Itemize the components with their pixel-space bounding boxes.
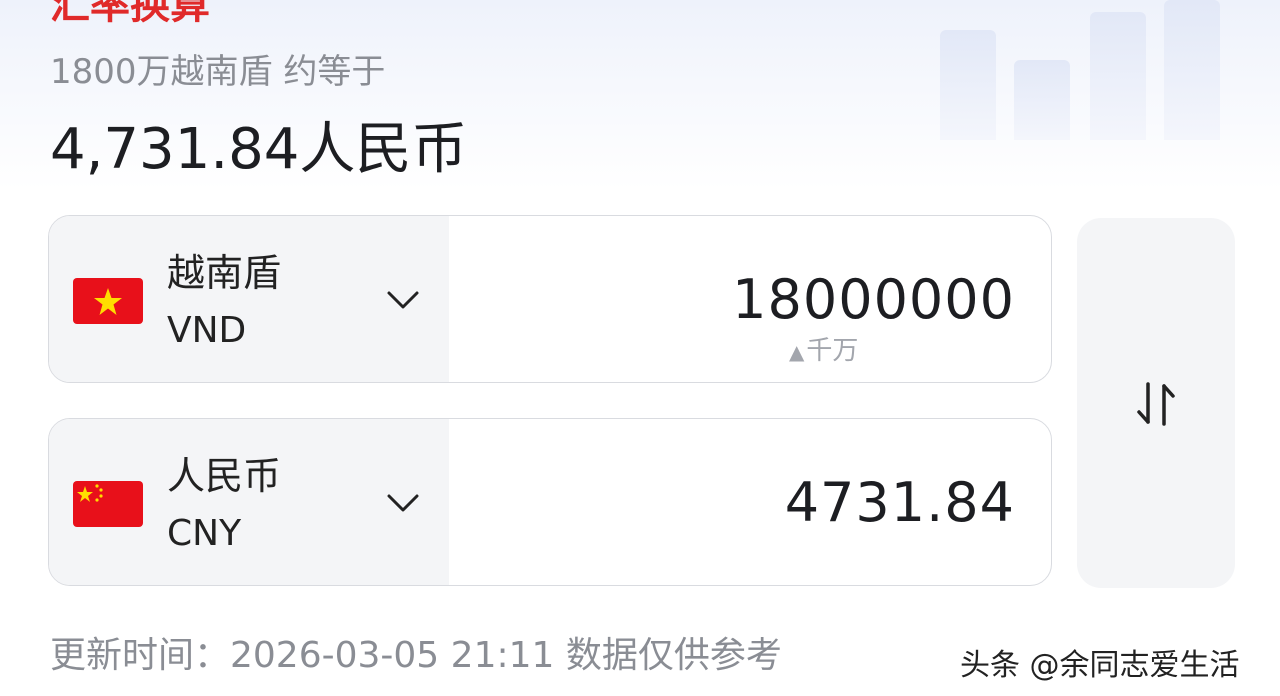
swap-vertical-icon [1137, 382, 1175, 426]
from-amount-input[interactable]: 18000000 [732, 268, 1015, 331]
page-title: 汇率换算 [50, 0, 210, 28]
conversion-result: 4,731.84人民币 [50, 117, 468, 182]
china-flag-icon [73, 481, 143, 527]
conversion-subtitle: 1800万越南盾 约等于 [50, 52, 386, 92]
from-currency-card: 越南盾 VND 18000000 ▲千万 [48, 215, 1052, 383]
from-currency-code: VND [167, 310, 247, 351]
to-amount-output[interactable]: 4731.84 [785, 471, 1015, 534]
chevron-down-icon[interactable] [385, 485, 421, 525]
magnitude-hint: ▲千万 [789, 330, 858, 367]
vietnam-flag-icon [73, 278, 143, 324]
chevron-down-icon[interactable] [385, 282, 421, 322]
to-currency-code: CNY [167, 513, 242, 554]
magnitude-hint-label: 千万 [806, 336, 859, 366]
to-currency-name: 人民币 [167, 454, 282, 498]
from-currency-selector[interactable]: 越南盾 VND [49, 216, 449, 382]
to-currency-selector[interactable]: 人民币 CNY [49, 419, 449, 585]
to-currency-card: 人民币 CNY 4731.84 [48, 418, 1052, 586]
watermark: 头条 @余同志爱生活 [960, 648, 1240, 683]
triangle-up-icon: ▲ [789, 340, 805, 364]
swap-currencies-button[interactable] [1077, 218, 1235, 588]
from-currency-name: 越南盾 [167, 251, 282, 295]
decorative-chart-graphic [930, 0, 1230, 140]
update-time-note: 更新时间：2026-03-05 21:11 数据仅供参考 [50, 635, 782, 676]
